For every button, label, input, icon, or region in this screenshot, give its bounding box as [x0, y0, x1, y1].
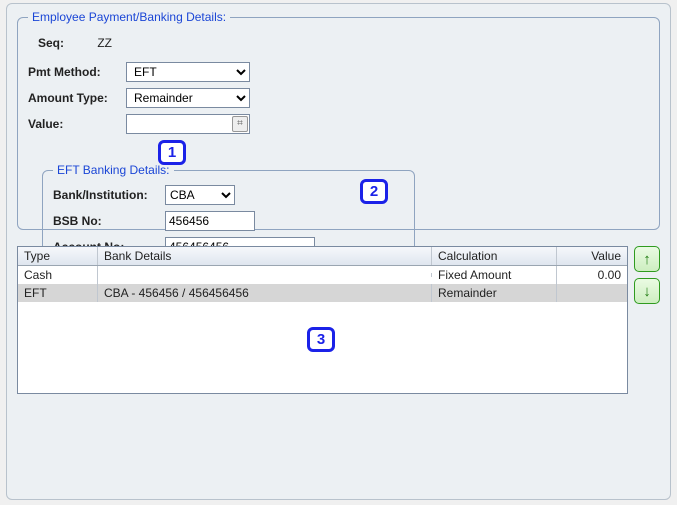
payments-grid[interactable]: Type Bank Details Calculation Value Cash…	[17, 246, 628, 394]
arrow-up-icon: ↑	[643, 251, 651, 268]
cell-value	[557, 291, 627, 295]
eft-legend: EFT Banking Details:	[53, 163, 174, 177]
pmt-method-label: Pmt Method:	[28, 65, 126, 79]
table-row[interactable]: EFTCBA - 456456 / 456456456Remainder	[18, 284, 627, 302]
move-down-button[interactable]: ↓	[634, 278, 660, 304]
cell-calc: Fixed Amount	[432, 266, 557, 284]
bank-select[interactable]: CBA	[165, 185, 235, 205]
payment-form-left: Pmt Method: EFT Amount Type: Remainder V…	[28, 62, 274, 169]
payments-table-wrap: Type Bank Details Calculation Value Cash…	[17, 246, 660, 394]
badge-1: 1	[158, 140, 186, 165]
bsb-label: BSB No:	[53, 214, 165, 228]
employee-payment-banking-fieldset: Employee Payment/Banking Details: Seq: Z…	[17, 10, 660, 230]
calculator-icon[interactable]: ⌗	[232, 116, 248, 132]
cell-bank	[98, 273, 432, 277]
seq-value: ZZ	[97, 36, 112, 50]
move-up-button[interactable]: ↑	[634, 246, 660, 272]
col-calc[interactable]: Calculation	[432, 247, 557, 265]
cell-type: EFT	[18, 284, 98, 302]
grid-body: CashFixed Amount0.00EFTCBA - 456456 / 45…	[18, 266, 627, 302]
cell-calc: Remainder	[432, 284, 557, 302]
grid-header: Type Bank Details Calculation Value	[18, 247, 627, 266]
cell-bank: CBA - 456456 / 456456456	[98, 284, 432, 302]
arrow-down-icon: ↓	[643, 283, 651, 300]
bsb-input[interactable]	[165, 211, 255, 231]
cell-value: 0.00	[557, 266, 627, 284]
bank-label: Bank/Institution:	[53, 188, 165, 202]
seq-row: Seq: ZZ	[38, 36, 649, 50]
amount-type-select[interactable]: Remainder	[126, 88, 250, 108]
main-legend: Employee Payment/Banking Details:	[28, 10, 230, 24]
amount-type-label: Amount Type:	[28, 91, 126, 105]
pmt-method-select[interactable]: EFT	[126, 62, 250, 82]
value-label: Value:	[28, 117, 126, 131]
cell-type: Cash	[18, 266, 98, 284]
col-bank[interactable]: Bank Details	[98, 247, 432, 265]
badge-2: 2	[360, 179, 388, 204]
col-value[interactable]: Value	[557, 247, 627, 265]
badge-3: 3	[307, 327, 335, 352]
col-type[interactable]: Type	[18, 247, 98, 265]
table-row[interactable]: Cash Fixed Amount0.00	[18, 266, 627, 284]
seq-label: Seq:	[38, 36, 84, 50]
